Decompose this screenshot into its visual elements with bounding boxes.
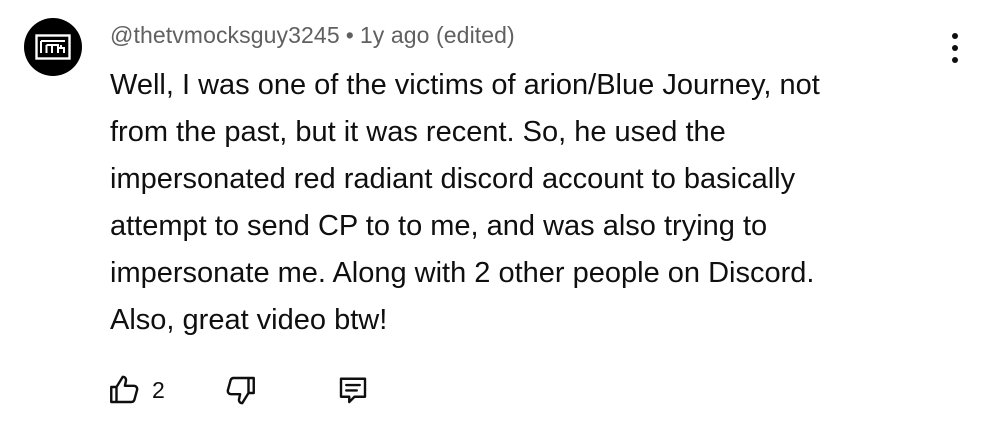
comment-text-line: attempt to send CP to to me, and was als… (110, 210, 768, 242)
comment: @thetvmocksguy3245 • 1y ago (edited) Well,… (0, 0, 1008, 442)
comment-text: Well, I was one of the victims of arion/… (110, 62, 970, 344)
meta-separator: • (345, 22, 354, 48)
comment-header: @thetvmocksguy3245 • 1y ago (edited) (110, 22, 515, 49)
tvmg-logo-icon (35, 34, 71, 60)
comment-text-line: impersonated red radiant discord account… (110, 163, 796, 195)
thumbs-down-icon (226, 376, 255, 405)
avatar[interactable] (24, 18, 82, 76)
thumbs-up-icon (110, 375, 139, 404)
comment-time[interactable]: 1y ago (360, 22, 430, 48)
like-button[interactable]: 2 (106, 372, 165, 408)
comment-text-line: Also, great video btw! (110, 304, 388, 336)
more-vertical-icon-dot (952, 45, 958, 51)
like-count: 2 (152, 376, 165, 403)
comment-text-line: impersonate me. Along with 2 other peopl… (110, 257, 815, 289)
reply-button[interactable] (335, 372, 371, 408)
more-vertical-icon (952, 33, 958, 39)
dislike-button[interactable] (223, 372, 259, 408)
edited-label: (edited) (436, 22, 515, 48)
comment-actions: 2 (106, 368, 371, 412)
reply-comment-icon (339, 377, 366, 404)
author-name[interactable]: @thetvmocksguy3245 (110, 22, 340, 48)
comment-text-line: from the past, but it was recent. So, he… (110, 116, 726, 148)
comment-text-line: Well, I was one of the victims of arion/… (110, 69, 820, 101)
